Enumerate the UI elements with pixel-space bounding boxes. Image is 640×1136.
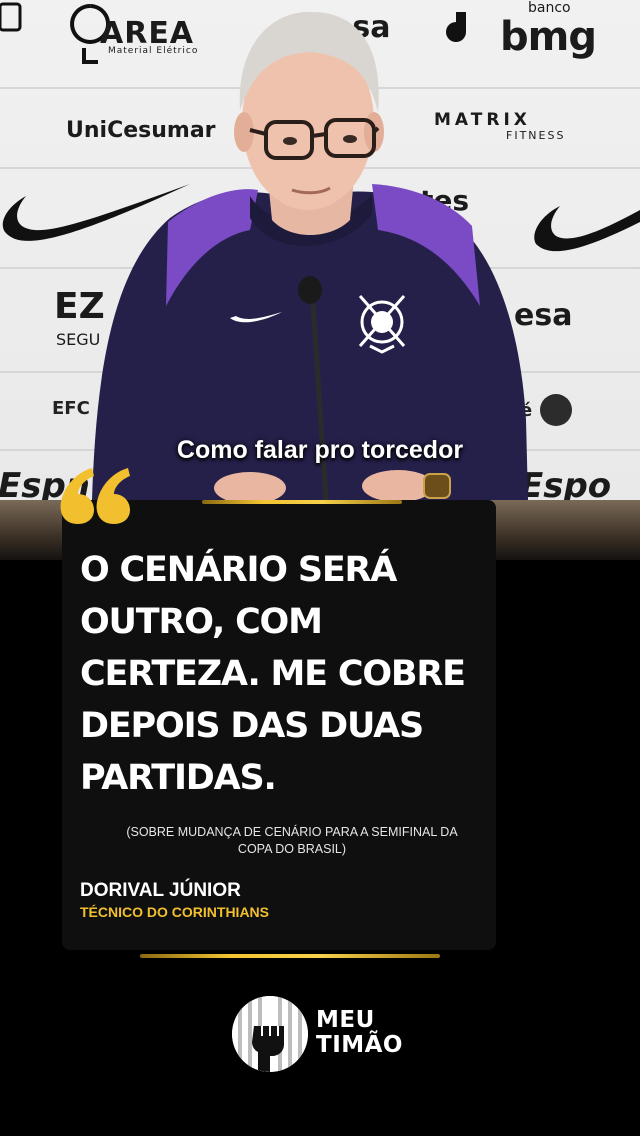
- brand-wordmark: MEU TIMÃO: [316, 1008, 403, 1058]
- quote-context: (SOBRE MUDANÇA DE CENÁRIO PARA A SEMIFIN…: [126, 825, 458, 856]
- brand-badge: [232, 996, 308, 1072]
- card-accent-top: [202, 500, 402, 504]
- speaker-name: DORIVAL JÚNIOR: [80, 880, 241, 901]
- brand-line-1: MEU: [316, 1007, 375, 1033]
- brand-line-2: TIMÃO: [316, 1032, 403, 1058]
- quote-card: O CENÁRIO SERÁ OUTRO, COM CERTEZA. ME CO…: [62, 500, 496, 958]
- speaker-role: TÉCNICO DO CORINTHIANS: [80, 904, 269, 920]
- microphone-head: [298, 276, 322, 304]
- raised-fist-icon: [232, 996, 308, 1072]
- quote-text: O CENÁRIO SERÁ OUTRO, COM CERTEZA. ME CO…: [80, 550, 466, 798]
- video-caption: Como falar pro torcedor: [176, 436, 464, 464]
- wristwatch: [423, 473, 451, 499]
- quote-marks-icon: [60, 468, 130, 524]
- card-accent-bottom: [140, 954, 440, 958]
- meutimao-logo: MEU TIMÃO: [232, 996, 412, 1072]
